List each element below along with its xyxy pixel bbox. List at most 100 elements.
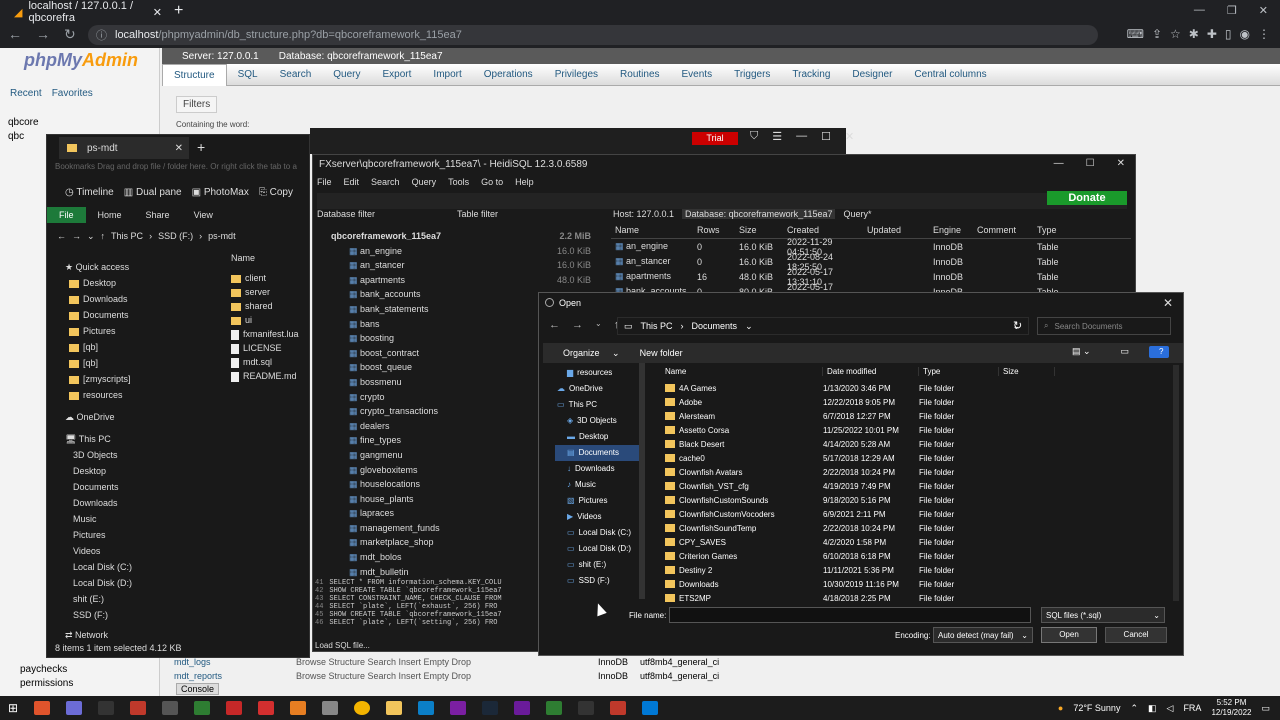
taskbar-app-icon[interactable] (418, 701, 435, 715)
volume-icon[interactable]: ◁ (1167, 703, 1174, 714)
tree-item[interactable]: qbcore (8, 116, 39, 130)
down-icon[interactable]: ⌄ (87, 231, 95, 242)
maximize-icon[interactable]: ☐ (821, 130, 831, 143)
close-icon[interactable]: ✕ (1259, 4, 1268, 17)
taskbar-app-icon[interactable] (578, 701, 595, 715)
nav-item[interactable]: resources (55, 387, 215, 403)
nav-item[interactable]: ▶ Videos (555, 509, 645, 525)
list-item[interactable]: Criterion Games 6/10/2018 6:18 PM File fol… (661, 549, 1161, 563)
weather-text[interactable]: 72°F Sunny (1073, 703, 1120, 713)
menu-search[interactable]: Search (371, 177, 400, 187)
database-filter-input[interactable]: Database filter (317, 209, 437, 219)
explorer-tab[interactable]: ps-mdt ✕ (59, 137, 189, 159)
ribbon-home[interactable]: Home (86, 210, 134, 220)
taskbar-app-icon[interactable] (130, 701, 147, 715)
table-row[interactable]: ▦ apartments 16 48.0 KiB 2022-05-17 13:31:1… (611, 267, 1131, 287)
file-type-select[interactable]: SQL files (*.sql) ⌄ (1041, 607, 1165, 623)
share-icon[interactable]: ⇪ (1152, 27, 1162, 41)
new-tab-icon[interactable]: + (197, 139, 205, 155)
nav-item[interactable]: ▤ Documents (555, 445, 645, 461)
forward-icon[interactable]: → (72, 231, 81, 241)
tab-search[interactable]: Search (269, 69, 323, 80)
tray-chevron-icon[interactable]: ⌃ (1130, 703, 1138, 714)
nav-item[interactable]: Documents (55, 307, 215, 323)
list-item[interactable]: LICENSE (231, 341, 311, 355)
nav-item[interactable]: Pictures (55, 527, 215, 543)
forward-icon[interactable]: → (36, 26, 50, 43)
star-icon[interactable]: ☆ (1170, 27, 1181, 41)
nav-item[interactable]: ▭ This PC (555, 397, 645, 413)
col-date[interactable]: Date modified (823, 366, 919, 376)
menu-goto[interactable]: Go to (481, 177, 503, 187)
tab-export[interactable]: Export (372, 69, 423, 80)
list-item[interactable]: Black Desert 4/14/2020 5:28 AM File folder (661, 437, 1161, 451)
close-tab-icon[interactable]: ✕ (175, 143, 183, 154)
ribbon-share[interactable]: Share (134, 210, 182, 220)
breadcrumb-database[interactable]: Database: qbcoreframework_115ea7 (279, 51, 443, 62)
timeline-button[interactable]: ◷ Timeline (65, 187, 114, 198)
nav-item[interactable]: ▆ resources (555, 365, 645, 381)
list-item[interactable]: Adobe 12/22/2018 9:05 PM File folder (661, 395, 1161, 409)
nav-item[interactable]: ◈ 3D Objects (555, 413, 645, 429)
nav-item[interactable]: ▭ Local Disk (D:) (555, 541, 645, 557)
new-tab-button[interactable]: + (174, 2, 183, 20)
nav-item[interactable]: Desktop (55, 463, 215, 479)
list-item[interactable]: ClownfishCustomSounds 9/18/2020 5:16 PM Fi… (661, 493, 1161, 507)
nav-item[interactable]: Local Disk (D:) (55, 575, 215, 591)
favorites-link[interactable]: Favorites (52, 88, 93, 99)
list-item[interactable]: Clownfish_VST_cfg 4/19/2019 7:49 PM File f… (661, 479, 1161, 493)
table-filter-input[interactable]: Table filter (457, 209, 498, 219)
list-item[interactable]: client (231, 271, 311, 285)
nav-item[interactable]: 3D Objects (55, 447, 215, 463)
console-toggle[interactable]: Console (176, 683, 220, 695)
taskbar-app-icon[interactable] (290, 701, 307, 715)
list-item[interactable]: cache0 5/17/2018 12:29 AM File folder (661, 451, 1161, 465)
nav-item[interactable]: ▭ Local Disk (C:) (555, 525, 645, 541)
organize-button[interactable]: Organize ⌄ (543, 348, 630, 359)
explorer-taskbar-icon[interactable] (386, 701, 403, 715)
nav-item[interactable]: [zmyscripts] (55, 371, 215, 387)
dialog-address[interactable]: ▭ This PC › Documents ⌄ ⌄ (617, 317, 1029, 335)
tree-table-item[interactable]: ▦ an_stancer 16.0 KiB (331, 258, 591, 273)
translate-icon[interactable]: ⌨ (1127, 27, 1144, 41)
nav-item[interactable]: Videos (55, 543, 215, 559)
sql-editor[interactable]: 41 SELECT * FROM information_schema.KEY_C… (315, 579, 541, 627)
trial-badge[interactable]: Trial (692, 132, 738, 145)
list-item[interactable]: server (231, 285, 311, 299)
close-icon[interactable]: ✕ (1117, 158, 1125, 169)
tab-privileges[interactable]: Privileges (544, 69, 609, 80)
tab-operations[interactable]: Operations (473, 69, 544, 80)
tab-sql[interactable]: SQL (227, 69, 269, 80)
tab-import[interactable]: Import (422, 69, 472, 80)
photomax-button[interactable]: ▣ PhotoMax (192, 187, 249, 198)
tab-query[interactable]: Query (322, 69, 371, 80)
taskbar-app-icon[interactable] (322, 701, 339, 715)
file-scrollbar[interactable] (1173, 365, 1179, 601)
nav-item[interactable]: SSD (F:) (55, 607, 215, 623)
encoding-select[interactable]: Auto detect (may fail) ⌄ (933, 627, 1033, 643)
back-icon[interactable]: ← (57, 231, 66, 241)
refresh-icon[interactable]: ↻ (1013, 319, 1022, 332)
shirt-icon[interactable]: ⛉ (750, 130, 758, 143)
table-row[interactable]: ▦ an_engine 0 16.0 KiB 2022-11-29 04:51:50 I… (611, 237, 1131, 257)
nav-item[interactable]: ▭ shit (E:) (555, 557, 645, 573)
sidebar-icon[interactable]: ▯ (1225, 27, 1232, 41)
list-item[interactable]: fxmanifest.lua (231, 327, 311, 341)
db-node[interactable]: qbcoreframework_115ea7 2.2 MiB (331, 229, 591, 244)
taskbar-app-icon[interactable] (226, 701, 243, 715)
table-actions[interactable]: Browse Structure Search Insert Empty Dro… (296, 671, 586, 681)
back-icon[interactable]: ← (8, 26, 22, 43)
taskbar-app-icon[interactable] (610, 701, 627, 715)
col-type[interactable]: Type (919, 366, 999, 376)
menu-edit[interactable]: Edit (344, 177, 360, 187)
chrome-taskbar-icon[interactable] (354, 701, 371, 715)
cancel-button[interactable]: Cancel (1105, 627, 1167, 643)
view-options-icon[interactable]: ▤ ⌄ (1062, 346, 1101, 358)
file-name-input[interactable] (669, 607, 1031, 623)
back-icon[interactable]: ← (549, 319, 560, 331)
menu-tools[interactable]: Tools (448, 177, 469, 187)
list-item[interactable]: ETS2MP 4/18/2018 2:25 PM File folder (661, 591, 1161, 605)
nav-item[interactable]: ♪ Music (555, 477, 645, 493)
notification-icon[interactable]: ▭ (1261, 703, 1270, 714)
taskbar-app-icon[interactable] (98, 701, 115, 715)
